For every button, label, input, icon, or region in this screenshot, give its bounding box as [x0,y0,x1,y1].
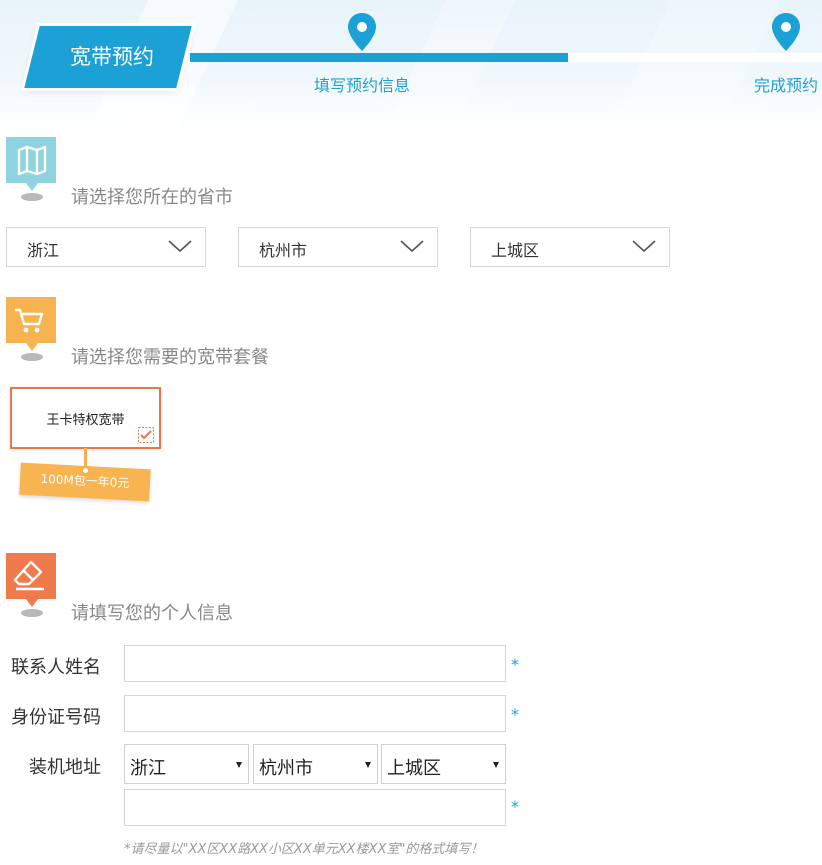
district-dropdown[interactable]: 上城区 [470,227,670,267]
info-section-title: 请填写您的个人信息 [71,603,233,624]
eraser-icon [6,553,56,617]
dropdown-arrow-icon [493,762,499,768]
required-mark: * [511,797,519,816]
header-decoration [605,0,785,130]
province-value: 浙江 [27,241,60,260]
address-province-select[interactable]: 浙江 [124,744,249,784]
package-name: 王卡特权宽带 [46,413,125,428]
dropdown-arrow-icon [236,762,242,768]
contact-name-label: 联系人姓名 [11,657,101,678]
location-pin-icon [772,13,800,51]
province-dropdown[interactable]: 浙江 [6,227,206,267]
address-label: 装机地址 [29,757,101,778]
package-section-title: 请选择您需要的宽带套餐 [71,347,269,368]
address-district-select[interactable]: 上城区 [381,744,506,784]
contact-name-input[interactable] [124,645,506,682]
id-number-input[interactable] [124,695,506,732]
cart-icon [6,297,56,361]
package-option[interactable]: 王卡特权宽带 [10,387,161,449]
address-district-value: 上城区 [387,758,441,779]
required-mark: * [511,655,519,674]
location-pin-icon [348,13,376,51]
district-value: 上城区 [491,241,540,260]
page-title: 宽带预约 [70,45,154,69]
address-city-select[interactable]: 杭州市 [253,744,378,784]
chevron-down-icon [168,240,192,253]
map-icon [6,137,56,201]
address-province-value: 浙江 [130,758,166,779]
checkmark-icon [138,427,154,443]
chevron-down-icon [400,240,424,253]
address-detail-input[interactable] [124,789,506,826]
address-format-hint: *请尽量以"XX区XX路XX小区XX单元XX楼XX室"的格式填写！ [124,842,484,857]
city-dropdown[interactable]: 杭州市 [238,227,438,267]
progress-fill [190,53,568,62]
required-mark: * [511,705,519,724]
address-city-value: 杭州市 [259,758,313,779]
header-decoration [380,0,530,130]
step-fill-info: 填写预约信息 [314,76,411,95]
region-section-title: 请选择您所在的省市 [71,187,233,208]
city-value: 杭州市 [259,241,308,260]
chevron-down-icon [632,240,656,253]
dropdown-arrow-icon [365,762,371,768]
step-complete: 完成预约 [754,76,819,95]
id-number-label: 身份证号码 [11,707,101,728]
